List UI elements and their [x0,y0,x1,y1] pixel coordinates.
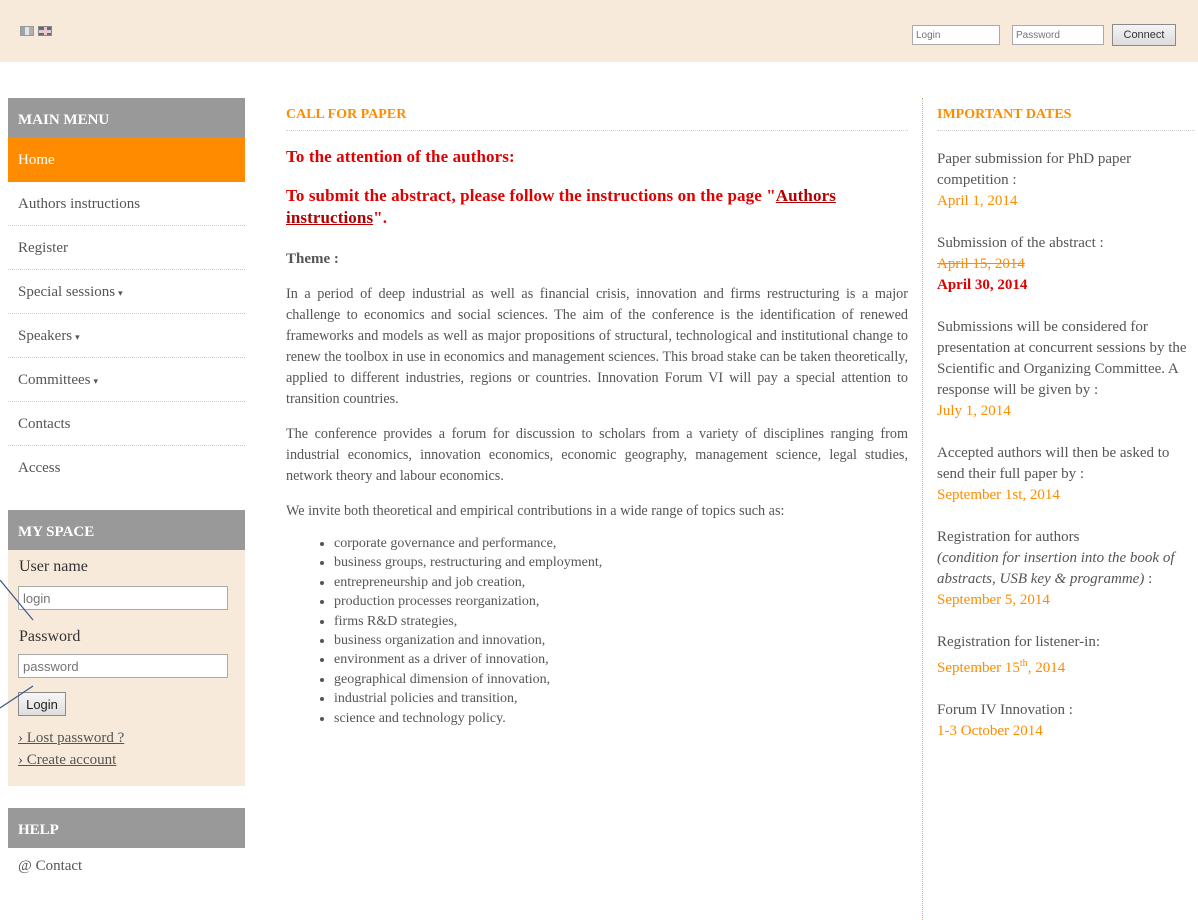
sidebar-item-committees[interactable]: Committees ▾ [8,358,245,402]
theme-paragraph: In a period of deep industrial as well a… [286,286,908,407]
list-item: science and technology policy. [334,709,908,728]
full-paper-date-block: Accepted authors will then be asked to s… [937,443,1195,506]
french-flag-icon[interactable] [20,26,34,36]
sidebar-item-label: Home [18,152,55,168]
listener-date-suffix: , 2014 [1027,660,1066,676]
username-label: User name [19,558,88,575]
sidebar-item-label: Register [18,240,68,256]
sidebar-item-home[interactable]: Home [8,138,245,182]
sidebar-item-register[interactable]: Register [8,226,245,270]
top-bar: Connect [0,0,1198,62]
forum-date-block: Forum IV Innovation : 1-3 October 2014 [937,700,1195,742]
forum-text: Forum IV Innovation : [937,702,1073,718]
full-paper-date: September 1st, 2014 [937,487,1060,503]
column-divider [922,98,923,920]
listener-date-sup: th [1019,658,1028,669]
login-form: User name Password Login › Lost password… [8,550,245,786]
listener-text: Registration for listener-in: [937,634,1100,650]
sidebar-item-label: Speakers [18,328,73,344]
sidebar-item-label: Access [18,460,61,476]
abstract-date-block: Submission of the abstract : April 15, 2… [937,233,1195,296]
main-content: CALL FOR PAPER To the attention of the a… [286,98,908,728]
connect-button[interactable]: Connect [1112,24,1176,46]
list-item: entrepreneurship and job creation, [334,573,908,592]
language-flags [20,26,52,36]
phd-date: April 1, 2014 [937,193,1018,209]
password-input[interactable] [18,654,228,678]
my-space-heading: MY SPACE [8,510,245,550]
abstract-old-date: April 15, 2014 [937,256,1025,272]
list-item: firms R&D strategies, [334,612,908,631]
important-dates-column: IMPORTANT DATES Paper submission for PhD… [937,98,1195,742]
chevron-down-icon: ▾ [93,376,99,386]
forum-date: 1-3 October 2014 [937,723,1043,739]
full-paper-text: Accepted authors will then be asked to s… [937,445,1170,482]
list-item: geographical dimension of innovation, [334,670,908,689]
phd-text: Paper submission for PhD paper competiti… [937,151,1132,188]
response-date-block: Submissions will be considered for prese… [937,317,1195,422]
sidebar-item-access[interactable]: Access [8,446,245,490]
list-item: industrial policies and transition, [334,689,908,708]
username-input[interactable] [18,586,228,610]
sidebar-item-label: Authors instructions [18,196,141,212]
sidebar: MAIN MENU Home Authors instructions Regi… [8,98,245,875]
sidebar-item-special-sessions[interactable]: Special sessions ▾ [8,270,245,314]
attention-heading: To the attention of the authors: [286,147,515,166]
registration-authors-colon: : [1144,571,1153,587]
submit-heading: To submit the abstract, please follow th… [286,185,908,229]
list-item: corporate governance and performance, [334,534,908,553]
phd-date-block: Paper submission for PhD paper competiti… [937,149,1195,212]
abstract-text: Submission of the abstract : [937,235,1104,251]
header-login-input[interactable] [912,25,1000,45]
important-dates-heading: IMPORTANT DATES [937,98,1195,131]
registration-authors-note: (condition for insertion into the book o… [937,550,1175,587]
page-title: CALL FOR PAPER [286,98,908,131]
registration-authors-text: Registration for authors [937,529,1080,545]
sidebar-item-label: Special sessions [18,284,116,300]
listener-date-block: Registration for listener-in: September … [937,632,1195,679]
list-item: production processes reorganization, [334,592,908,611]
topic-list: corporate governance and performance, bu… [286,534,908,728]
english-flag-icon[interactable] [38,26,52,36]
list-item: business organization and innovation, [334,631,908,650]
abstract-new-date: April 30, 2014 [937,277,1028,293]
listener-date: September 15th, 2014 [937,653,1195,679]
sidebar-item-contacts[interactable]: Contacts [8,402,245,446]
sidebar-item-authors-instructions[interactable]: Authors instructions [8,182,245,226]
listener-date-prefix: September 15 [937,660,1020,676]
list-item: environment as a driver of innovation, [334,650,908,669]
sidebar-item-label: Contacts [18,416,71,432]
registration-authors-block: Registration for authors (condition for … [937,527,1195,611]
submit-heading-text: To submit the abstract, please follow th… [286,186,776,205]
callout-line-password [0,685,34,709]
header-password-input[interactable] [1012,25,1104,45]
chevron-down-icon: ▾ [118,288,123,298]
create-account-link[interactable]: › Create account [18,752,116,769]
invite-paragraph: We invite both theoretical and empirical… [286,503,785,519]
forum-paragraph: The conference provides a forum for disc… [286,426,908,484]
chevron-down-icon: ▾ [75,332,80,342]
callout-line-username [0,580,34,621]
consideration-text: Submissions will be considered for prese… [937,319,1187,398]
callout-arrows [0,580,34,709]
contact-link[interactable]: @ Contact [8,858,245,875]
theme-label: Theme : [286,251,339,267]
sidebar-item-label: Committees [18,372,91,388]
registration-authors-date: September 5, 2014 [937,592,1050,608]
main-menu-heading: MAIN MENU [8,98,245,138]
sidebar-item-speakers[interactable]: Speakers ▾ [8,314,245,358]
help-heading: HELP [8,808,245,848]
list-item: business groups, restructuring and emplo… [334,553,908,572]
submit-heading-end: ". [373,208,388,227]
response-date: July 1, 2014 [937,403,1011,419]
